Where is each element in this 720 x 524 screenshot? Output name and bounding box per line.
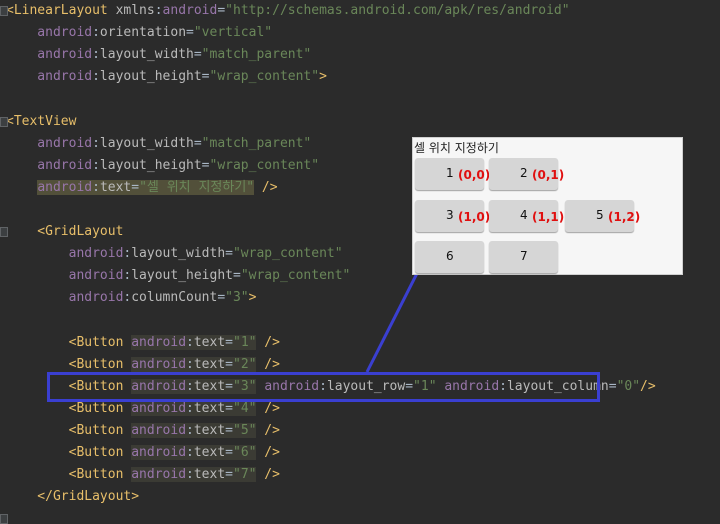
grid-button-6[interactable]: 6 bbox=[415, 241, 484, 273]
grid-button-1[interactable]: 1 (0,0) bbox=[415, 158, 490, 190]
cell-coordinate-label: (1,1) bbox=[532, 210, 565, 224]
cell-coordinate-label: (0,0) bbox=[458, 168, 491, 182]
grid-button-label: 3 bbox=[446, 208, 454, 222]
fold-marker-icon[interactable] bbox=[0, 514, 8, 524]
grid-button-2[interactable]: 2 (0,1) bbox=[489, 158, 564, 190]
cell-coordinate-label: (1,2) bbox=[608, 210, 641, 224]
cell-coordinate-label: (1,0) bbox=[458, 210, 491, 224]
grid-button-label: 4 bbox=[520, 208, 528, 222]
grid-button-label: 2 bbox=[520, 166, 528, 180]
preview-title: 셀 위치 지정하기 bbox=[414, 141, 499, 155]
grid-button-3[interactable]: 3 (1,0) bbox=[415, 200, 490, 232]
grid-button-label: 6 bbox=[446, 249, 454, 263]
grid-button-5[interactable]: 5 (1,2) bbox=[565, 200, 640, 232]
grid-button-label: 1 bbox=[446, 166, 454, 180]
grid-button-7[interactable]: 7 bbox=[489, 241, 558, 273]
layout-preview: 셀 위치 지정하기 1 (0,0) 2 (0,1) 3 (1,0) 4 (1,1) 5 (1,2)… bbox=[412, 137, 683, 275]
grid-button-4[interactable]: 4 (1,1) bbox=[489, 200, 564, 232]
grid-button-label: 7 bbox=[520, 249, 528, 263]
cell-coordinate-label: (0,1) bbox=[532, 168, 565, 182]
grid-button-label: 5 bbox=[596, 208, 604, 222]
